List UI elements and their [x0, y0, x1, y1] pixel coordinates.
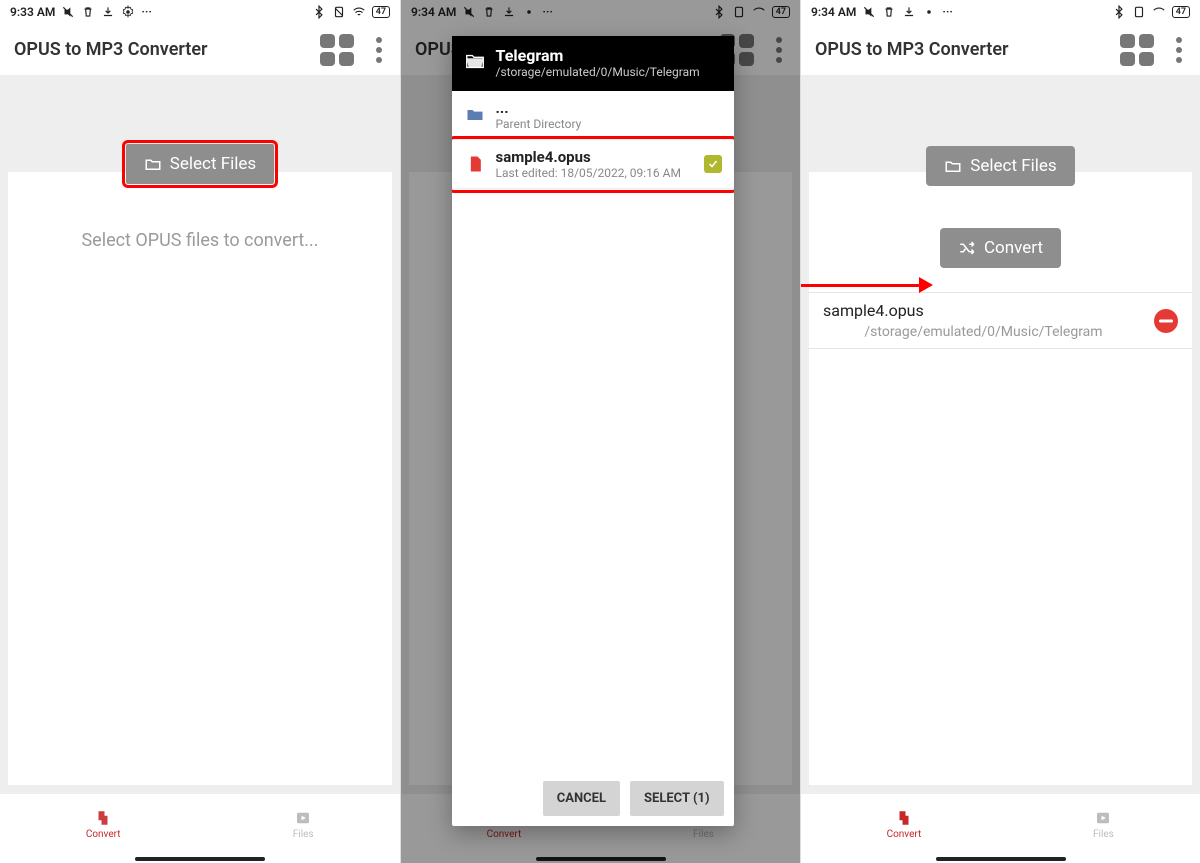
nav-convert-label: Convert [86, 829, 121, 840]
more-dots: ··· [141, 5, 152, 19]
file-row[interactable]: sample4.opus Last edited: 18/05/2022, 09… [452, 140, 734, 189]
wifi-icon [352, 5, 366, 19]
grid-icon[interactable] [1120, 34, 1154, 66]
parent-dir-row[interactable]: ... Parent Directory [452, 91, 734, 140]
grid-icon[interactable] [320, 34, 354, 66]
bluetooth-icon [1112, 5, 1126, 19]
screen-3: 9:34 AM ··· 47 OPUS to MP3 Converter Sel [800, 0, 1200, 863]
clock: 9:33 AM [10, 5, 55, 19]
checkbox-checked[interactable] [704, 155, 722, 173]
battery-icon: 47 [372, 6, 390, 18]
select-files-button[interactable]: Select Files [126, 144, 274, 184]
mute-icon [862, 5, 876, 19]
selected-files-list: sample4.opus /storage/emulated/0/Music/T… [809, 292, 1192, 349]
parent-dots: ... [496, 99, 722, 117]
battery-icon: 47 [1172, 6, 1190, 18]
download-icon [902, 5, 916, 19]
no-sim-icon [1132, 5, 1146, 19]
select-files-label: Select Files [170, 154, 256, 174]
download-icon [101, 5, 115, 19]
overflow-menu[interactable] [1172, 37, 1186, 63]
select-files-label: Select Files [970, 156, 1056, 176]
empty-hint: Select OPUS files to convert... [81, 230, 318, 251]
nav-convert-label: Convert [887, 829, 922, 840]
files-icon [292, 809, 314, 827]
convert-icon [92, 809, 114, 827]
more-dots: ··· [942, 5, 953, 19]
picker-header: Telegram /storage/emulated/0/Music/Teleg… [452, 36, 734, 91]
app-title: OPUS to MP3 Converter [815, 39, 1009, 60]
clock: 9:34 AM [811, 5, 856, 19]
no-sim-icon [332, 5, 346, 19]
screen-1: 9:33 AM ··· 47 OPUS to MP3 Converter [0, 0, 400, 863]
trash-icon [882, 5, 896, 19]
nav-convert[interactable]: Convert [86, 809, 121, 840]
home-indicator [0, 855, 400, 863]
screen-2: 9:34 AM ··· 47 OPUS Convert F [400, 0, 800, 863]
convert-button[interactable]: Convert [940, 228, 1061, 268]
folder-open-icon [944, 157, 962, 175]
file-picker-dialog: Telegram /storage/emulated/0/Music/Teleg… [452, 36, 734, 826]
remove-file-button[interactable] [1154, 309, 1178, 333]
folder-open-icon [464, 50, 486, 72]
picker-folder-path: /storage/emulated/0/Music/Telegram [496, 65, 700, 81]
content-area: Select Files Select OPUS files to conver… [0, 76, 400, 793]
bottom-nav: Convert Files [801, 793, 1200, 855]
home-indicator [801, 855, 1200, 863]
files-icon [1092, 809, 1114, 827]
gear-icon [922, 5, 936, 19]
select-button[interactable]: SELECT (1) [630, 781, 724, 816]
file-name: sample4.opus [496, 148, 694, 166]
nav-files[interactable]: Files [1092, 809, 1114, 840]
status-bar: 9:34 AM ··· 47 [801, 0, 1200, 24]
folder-icon [465, 105, 485, 125]
selected-file-name: sample4.opus [823, 301, 1144, 320]
bluetooth-icon [312, 5, 326, 19]
folder-open-icon [144, 155, 162, 173]
cancel-button[interactable]: CANCEL [543, 781, 620, 816]
gear-icon [121, 5, 135, 19]
file-sub: Last edited: 18/05/2022, 09:16 AM [496, 166, 694, 180]
nav-files-label: Files [293, 829, 314, 840]
content-area: Select Files Convert sample4.opus /stora… [801, 76, 1200, 793]
nav-files-label: Files [1093, 829, 1114, 840]
select-files-button[interactable]: Select Files [926, 146, 1074, 186]
selected-file-row: sample4.opus /storage/emulated/0/Music/T… [809, 293, 1192, 349]
wifi-icon [1152, 5, 1166, 19]
file-icon [465, 154, 485, 174]
bottom-nav: Convert Files [0, 793, 400, 855]
app-title: OPUS to MP3 Converter [14, 39, 208, 60]
overflow-menu[interactable] [372, 37, 386, 63]
convert-icon [893, 809, 915, 827]
trash-icon [81, 5, 95, 19]
main-card: Select Files Select OPUS files to conver… [8, 172, 392, 785]
app-bar: OPUS to MP3 Converter [801, 24, 1200, 76]
picker-actions: CANCEL SELECT (1) [452, 771, 734, 826]
app-bar: OPUS to MP3 Converter [0, 24, 400, 76]
picker-folder-name: Telegram [496, 46, 700, 65]
callout-arrow [801, 277, 933, 293]
nav-convert[interactable]: Convert [887, 809, 922, 840]
shuffle-icon [958, 239, 976, 257]
main-card: Select Files Convert sample4.opus /stora… [809, 172, 1192, 785]
mute-icon [61, 5, 75, 19]
parent-label: Parent Directory [496, 117, 722, 131]
status-bar: 9:33 AM ··· 47 [0, 0, 400, 24]
picker-list: ... Parent Directory sample4.opus Last e… [452, 91, 734, 771]
convert-label: Convert [984, 238, 1043, 258]
check-icon [707, 158, 719, 170]
nav-files[interactable]: Files [292, 809, 314, 840]
selected-file-path: /storage/emulated/0/Music/Telegram [823, 324, 1144, 340]
